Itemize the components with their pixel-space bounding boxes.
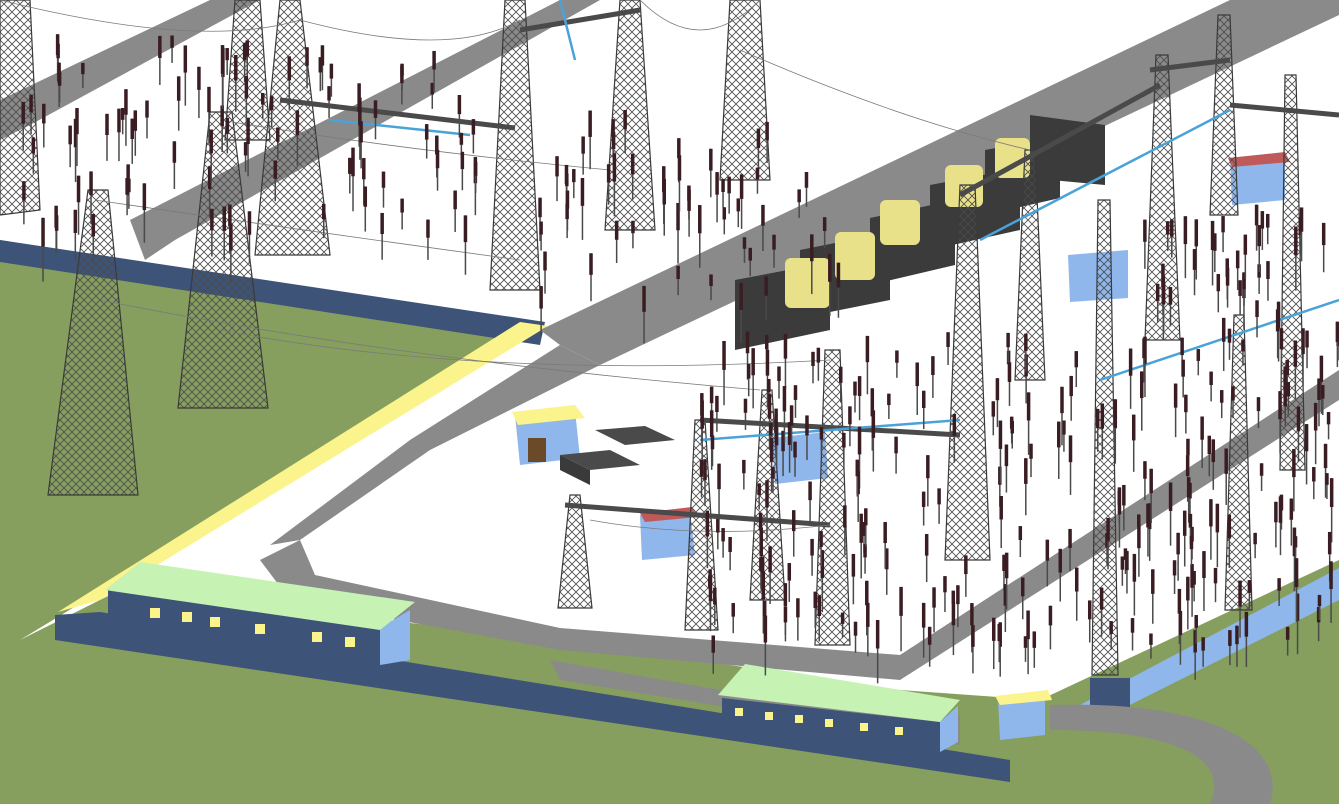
- substation-scene: [0, 0, 1339, 804]
- gate-pillar: [1090, 678, 1130, 708]
- gatehouse: [995, 690, 1052, 740]
